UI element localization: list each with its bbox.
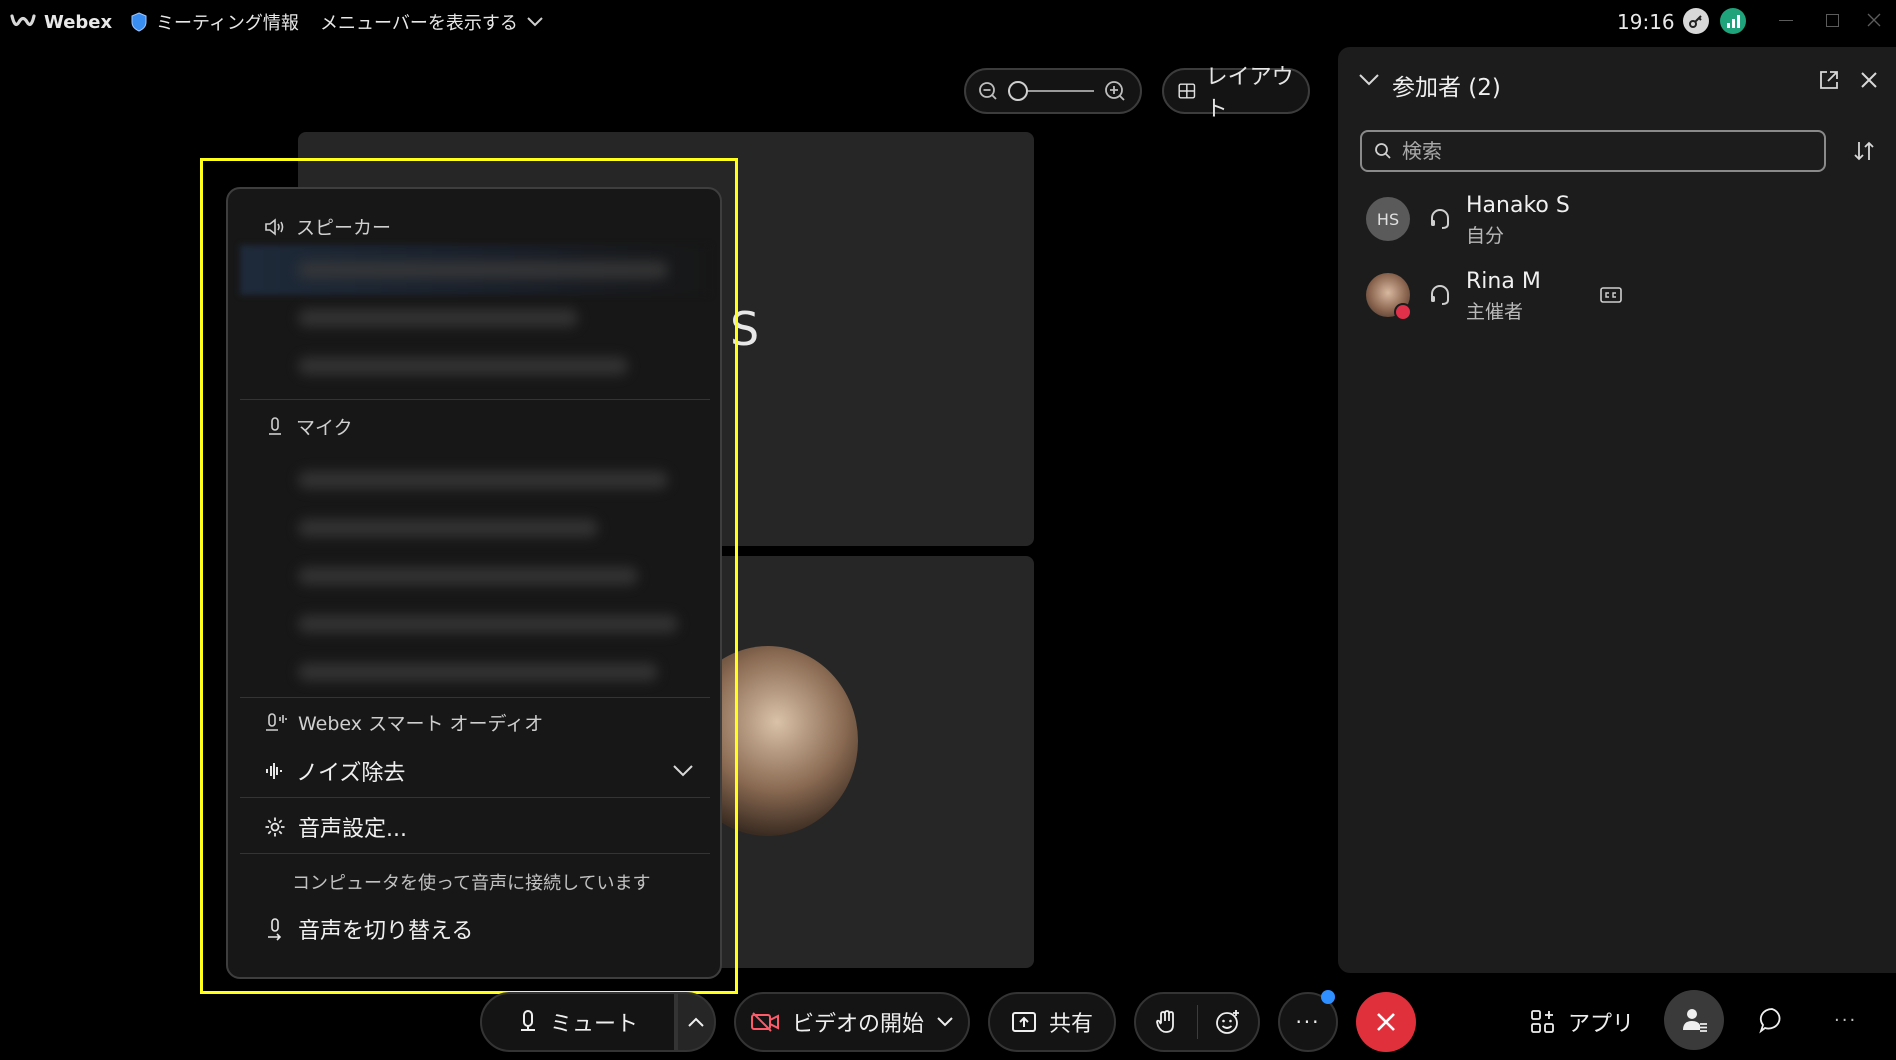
noise-removal-dropdown[interactable]: ノイズ除去	[264, 755, 694, 787]
show-menu-bar-label: メニューバーを表示する	[320, 13, 518, 34]
participant-name: Rina M	[1466, 269, 1541, 294]
reactions-button[interactable]	[1197, 994, 1258, 1050]
title-bar: Webex ミーティング情報 メニューバーを表示する 19:16	[0, 0, 1896, 44]
panel-title: 参加者 (2)	[1392, 75, 1501, 101]
layout-button[interactable]: レイアウト	[1162, 65, 1310, 122]
chevron-down-icon	[673, 765, 693, 777]
meeting-info-button[interactable]: ミーティング情報	[130, 0, 299, 44]
overflow-menu-button[interactable]: ···	[1834, 1004, 1857, 1036]
webex-logo-icon	[10, 14, 36, 27]
audio-settings-item[interactable]: 音声設定...	[264, 811, 407, 843]
smart-audio-icon	[266, 712, 287, 731]
search-input[interactable]	[1402, 139, 1802, 163]
smart-audio-header: Webex スマート オーディオ	[264, 709, 543, 736]
key-icon	[1689, 15, 1702, 28]
mic-section-header: マイク	[264, 413, 353, 440]
raise-hand-icon	[1156, 1010, 1175, 1033]
switch-audio-item[interactable]: 音声を切り替える	[264, 913, 473, 945]
microphone-icon	[269, 416, 281, 435]
participant-name: Hanako S	[1466, 193, 1570, 218]
pop-out-icon[interactable]	[1818, 69, 1840, 91]
app-brand: Webex	[10, 0, 112, 44]
reactions-group	[1134, 992, 1260, 1052]
video-off-icon	[750, 1012, 779, 1032]
microphone-icon	[520, 1010, 535, 1031]
close-panel-icon[interactable]	[1860, 71, 1878, 89]
avatar-initials: HS	[1376, 209, 1400, 229]
close-icon	[1377, 1013, 1395, 1031]
headset-icon	[1431, 209, 1449, 229]
headset-icon	[1431, 285, 1449, 305]
close-window-icon[interactable]	[1852, 0, 1896, 40]
closed-caption-icon	[1600, 287, 1622, 303]
connection-status-text: コンピュータを使って音声に接続しています	[292, 873, 651, 894]
search-icon	[1375, 143, 1391, 159]
show-menu-bar-button[interactable]: メニューバーを表示する	[320, 0, 544, 44]
waveform-icon	[266, 763, 282, 779]
switch-audio-label: 音声を切り替える	[298, 919, 474, 944]
emoji-add-icon	[1215, 1010, 1239, 1034]
start-video-button[interactable]: ビデオの開始	[734, 992, 970, 1052]
sort-icon[interactable]	[1852, 139, 1876, 163]
collapse-chevron-icon[interactable]	[1358, 73, 1380, 87]
app-name: Webex	[44, 11, 113, 33]
apps-button[interactable]: アプリ	[1530, 998, 1634, 1046]
share-button[interactable]: 共有	[988, 992, 1116, 1052]
chevron-down-icon	[527, 17, 543, 27]
speaker-label: スピーカー	[296, 217, 392, 239]
notification-dot	[1321, 990, 1335, 1004]
zoom-out-icon[interactable]	[978, 81, 998, 101]
share-screen-icon	[1011, 1012, 1036, 1032]
switch-audio-icon	[268, 918, 282, 941]
share-label: 共有	[1048, 1012, 1093, 1037]
noise-removal-label: ノイズ除去	[296, 761, 406, 786]
speaker-icon	[265, 217, 284, 236]
participants-icon	[1683, 1009, 1707, 1032]
overflow-label: ···	[1834, 1009, 1858, 1031]
audio-menu: スピーカー マイク Webex スマート オーディオ ノイズ除去 音声設定...…	[226, 187, 722, 979]
start-video-label: ビデオの開始	[791, 1012, 924, 1037]
audio-settings-label: 音声設定...	[298, 817, 407, 842]
end-call-button[interactable]	[1356, 992, 1416, 1052]
zoom-slider-thumb[interactable]	[1008, 81, 1028, 101]
network-signal-icon[interactable]	[1720, 8, 1746, 34]
lock-status-icon[interactable]	[1683, 8, 1709, 34]
layout-label: レイアウト	[1205, 65, 1294, 122]
participant-row[interactable]: Rina M 主催者	[1366, 265, 1866, 329]
raise-hand-button[interactable]	[1136, 994, 1197, 1050]
host-badge-icon	[1394, 303, 1412, 321]
mute-label: ミュート	[549, 1012, 638, 1037]
participant-row[interactable]: HS Hanako S 自分	[1366, 189, 1866, 253]
participant-role: 自分	[1466, 225, 1505, 247]
meeting-info-label: ミーティング情報	[156, 13, 299, 34]
participants-toggle-button[interactable]	[1664, 990, 1724, 1050]
participants-panel: 参加者 (2) HS Hanako S 自分	[1338, 47, 1896, 973]
mic-label: マイク	[296, 417, 353, 439]
gear-icon	[265, 817, 285, 837]
shield-icon	[131, 12, 147, 32]
more-options-label: ···	[1295, 1010, 1321, 1034]
zoom-slider[interactable]	[1008, 81, 1094, 101]
audio-options-chevron[interactable]	[676, 992, 716, 1052]
speaker-section-header: スピーカー	[264, 213, 391, 240]
maximize-icon[interactable]	[1810, 0, 1854, 40]
chevron-down-icon[interactable]	[936, 1016, 954, 1028]
zoom-in-icon[interactable]	[1104, 80, 1126, 102]
zoom-control	[964, 68, 1142, 114]
smart-audio-label: Webex スマート オーディオ	[298, 713, 544, 735]
grid-layout-icon	[1178, 83, 1196, 99]
chat-bubble-icon	[1759, 1008, 1781, 1034]
avatar: HS	[1366, 197, 1410, 241]
apps-grid-icon	[1531, 1010, 1554, 1033]
chat-button[interactable]	[1756, 1004, 1788, 1036]
participant-search	[1360, 130, 1826, 172]
mute-button[interactable]: ミュート	[480, 992, 676, 1052]
clock: 19:16	[1617, 10, 1675, 34]
apps-label: アプリ	[1568, 1012, 1635, 1037]
minimize-icon[interactable]	[1764, 0, 1808, 40]
chevron-up-icon	[688, 1017, 704, 1027]
participant-role: 主催者	[1466, 301, 1524, 323]
